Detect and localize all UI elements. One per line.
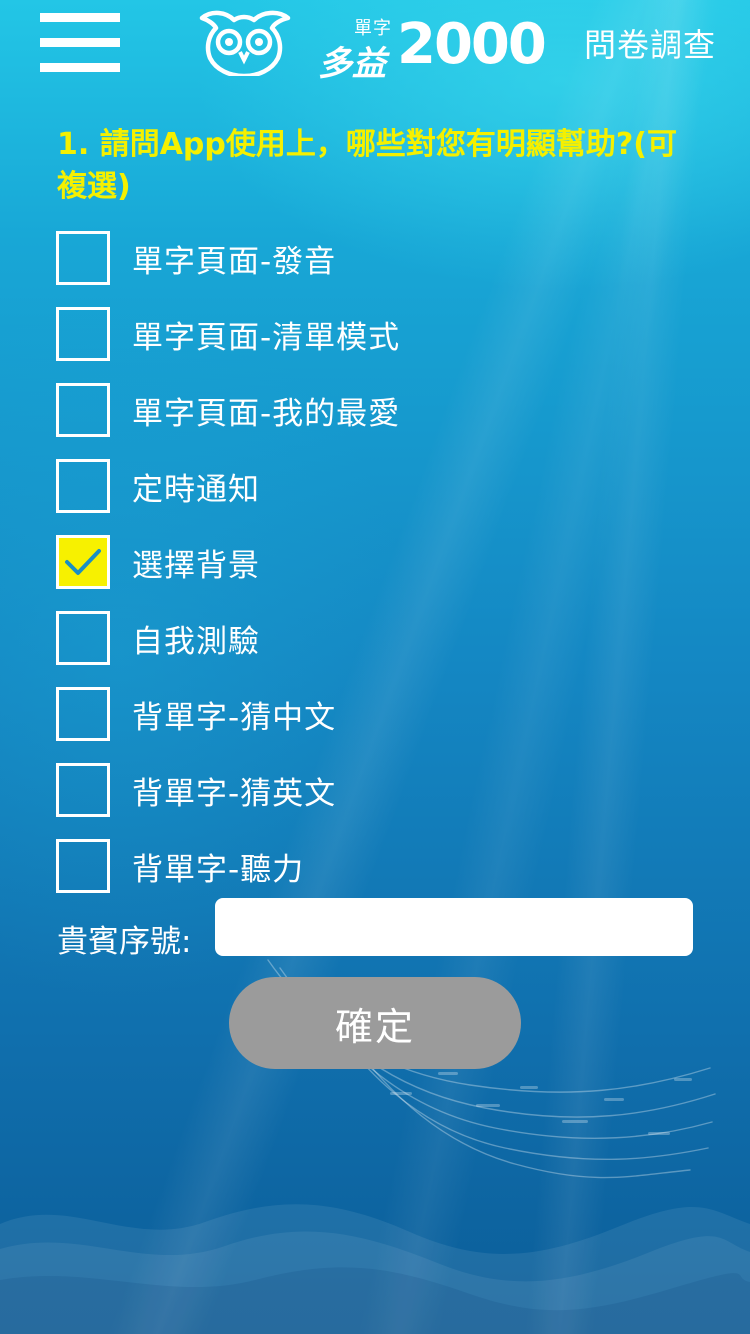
option-item-listening[interactable]: 背單字-聽力	[56, 828, 716, 904]
option-checkbox[interactable]	[56, 231, 110, 285]
option-checkbox[interactable]	[56, 383, 110, 437]
option-label: 自我測驗	[132, 623, 260, 660]
question-text: 1. 請問App使用上，哪些對您有明顯幫助?(可複選)	[57, 127, 677, 204]
option-label: 選擇背景	[132, 547, 260, 584]
page-title: 問卷調查	[583, 26, 716, 64]
app-header: 單字 多益 2000 問卷調查	[0, 0, 750, 95]
option-item-scheduled-notification[interactable]: 定時通知	[56, 448, 716, 524]
option-label: 定時通知	[132, 471, 260, 508]
hamburger-menu-button[interactable]	[40, 13, 120, 73]
member-id-row: 貴賓序號:	[57, 898, 697, 960]
option-label: 單字頁面-清單模式	[132, 319, 401, 356]
option-item-word-page-favorites[interactable]: 單字頁面-我的最愛	[56, 372, 716, 448]
option-item-self-test[interactable]: 自我測驗	[56, 600, 716, 676]
option-label: 單字頁面-發音	[132, 243, 337, 280]
option-item-select-background[interactable]: 選擇背景	[56, 524, 716, 600]
option-checkbox[interactable]	[56, 839, 110, 893]
option-item-guess-english[interactable]: 背單字-猜英文	[56, 752, 716, 828]
logo-number: 2000	[397, 12, 547, 77]
option-checkbox[interactable]	[56, 763, 110, 817]
ocean-waves-decoration	[0, 1204, 750, 1334]
check-icon	[65, 549, 101, 575]
option-label: 單字頁面-我的最愛	[132, 395, 401, 432]
option-checkbox[interactable]	[56, 535, 110, 589]
option-label: 背單字-聽力	[132, 851, 305, 888]
member-id-label: 貴賓序號:	[57, 924, 192, 960]
option-label: 背單字-猜中文	[132, 699, 337, 736]
menu-icon-bar-top	[40, 13, 120, 22]
option-item-guess-chinese[interactable]: 背單字-猜中文	[56, 676, 716, 752]
app-logo: 單字 多益 2000	[194, 6, 547, 84]
menu-icon-bar-middle	[40, 38, 120, 47]
option-item-word-page-list-mode[interactable]: 單字頁面-清單模式	[56, 296, 716, 372]
option-checkbox[interactable]	[56, 459, 110, 513]
option-checkbox[interactable]	[56, 687, 110, 741]
option-list: 單字頁面-發音 單字頁面-清單模式 單字頁面-我的最愛 定時通知 選擇背景 自我…	[56, 220, 716, 904]
option-label: 背單字-猜英文	[132, 775, 337, 812]
member-id-input[interactable]	[215, 898, 693, 956]
logo-main-text: 多益	[318, 44, 386, 84]
option-item-word-page-pronunciation[interactable]: 單字頁面-發音	[56, 220, 716, 296]
menu-icon-bar-bottom	[40, 63, 120, 72]
option-checkbox[interactable]	[56, 611, 110, 665]
confirm-button[interactable]: 確定	[229, 977, 521, 1069]
option-checkbox[interactable]	[56, 307, 110, 361]
owl-icon	[199, 10, 291, 76]
